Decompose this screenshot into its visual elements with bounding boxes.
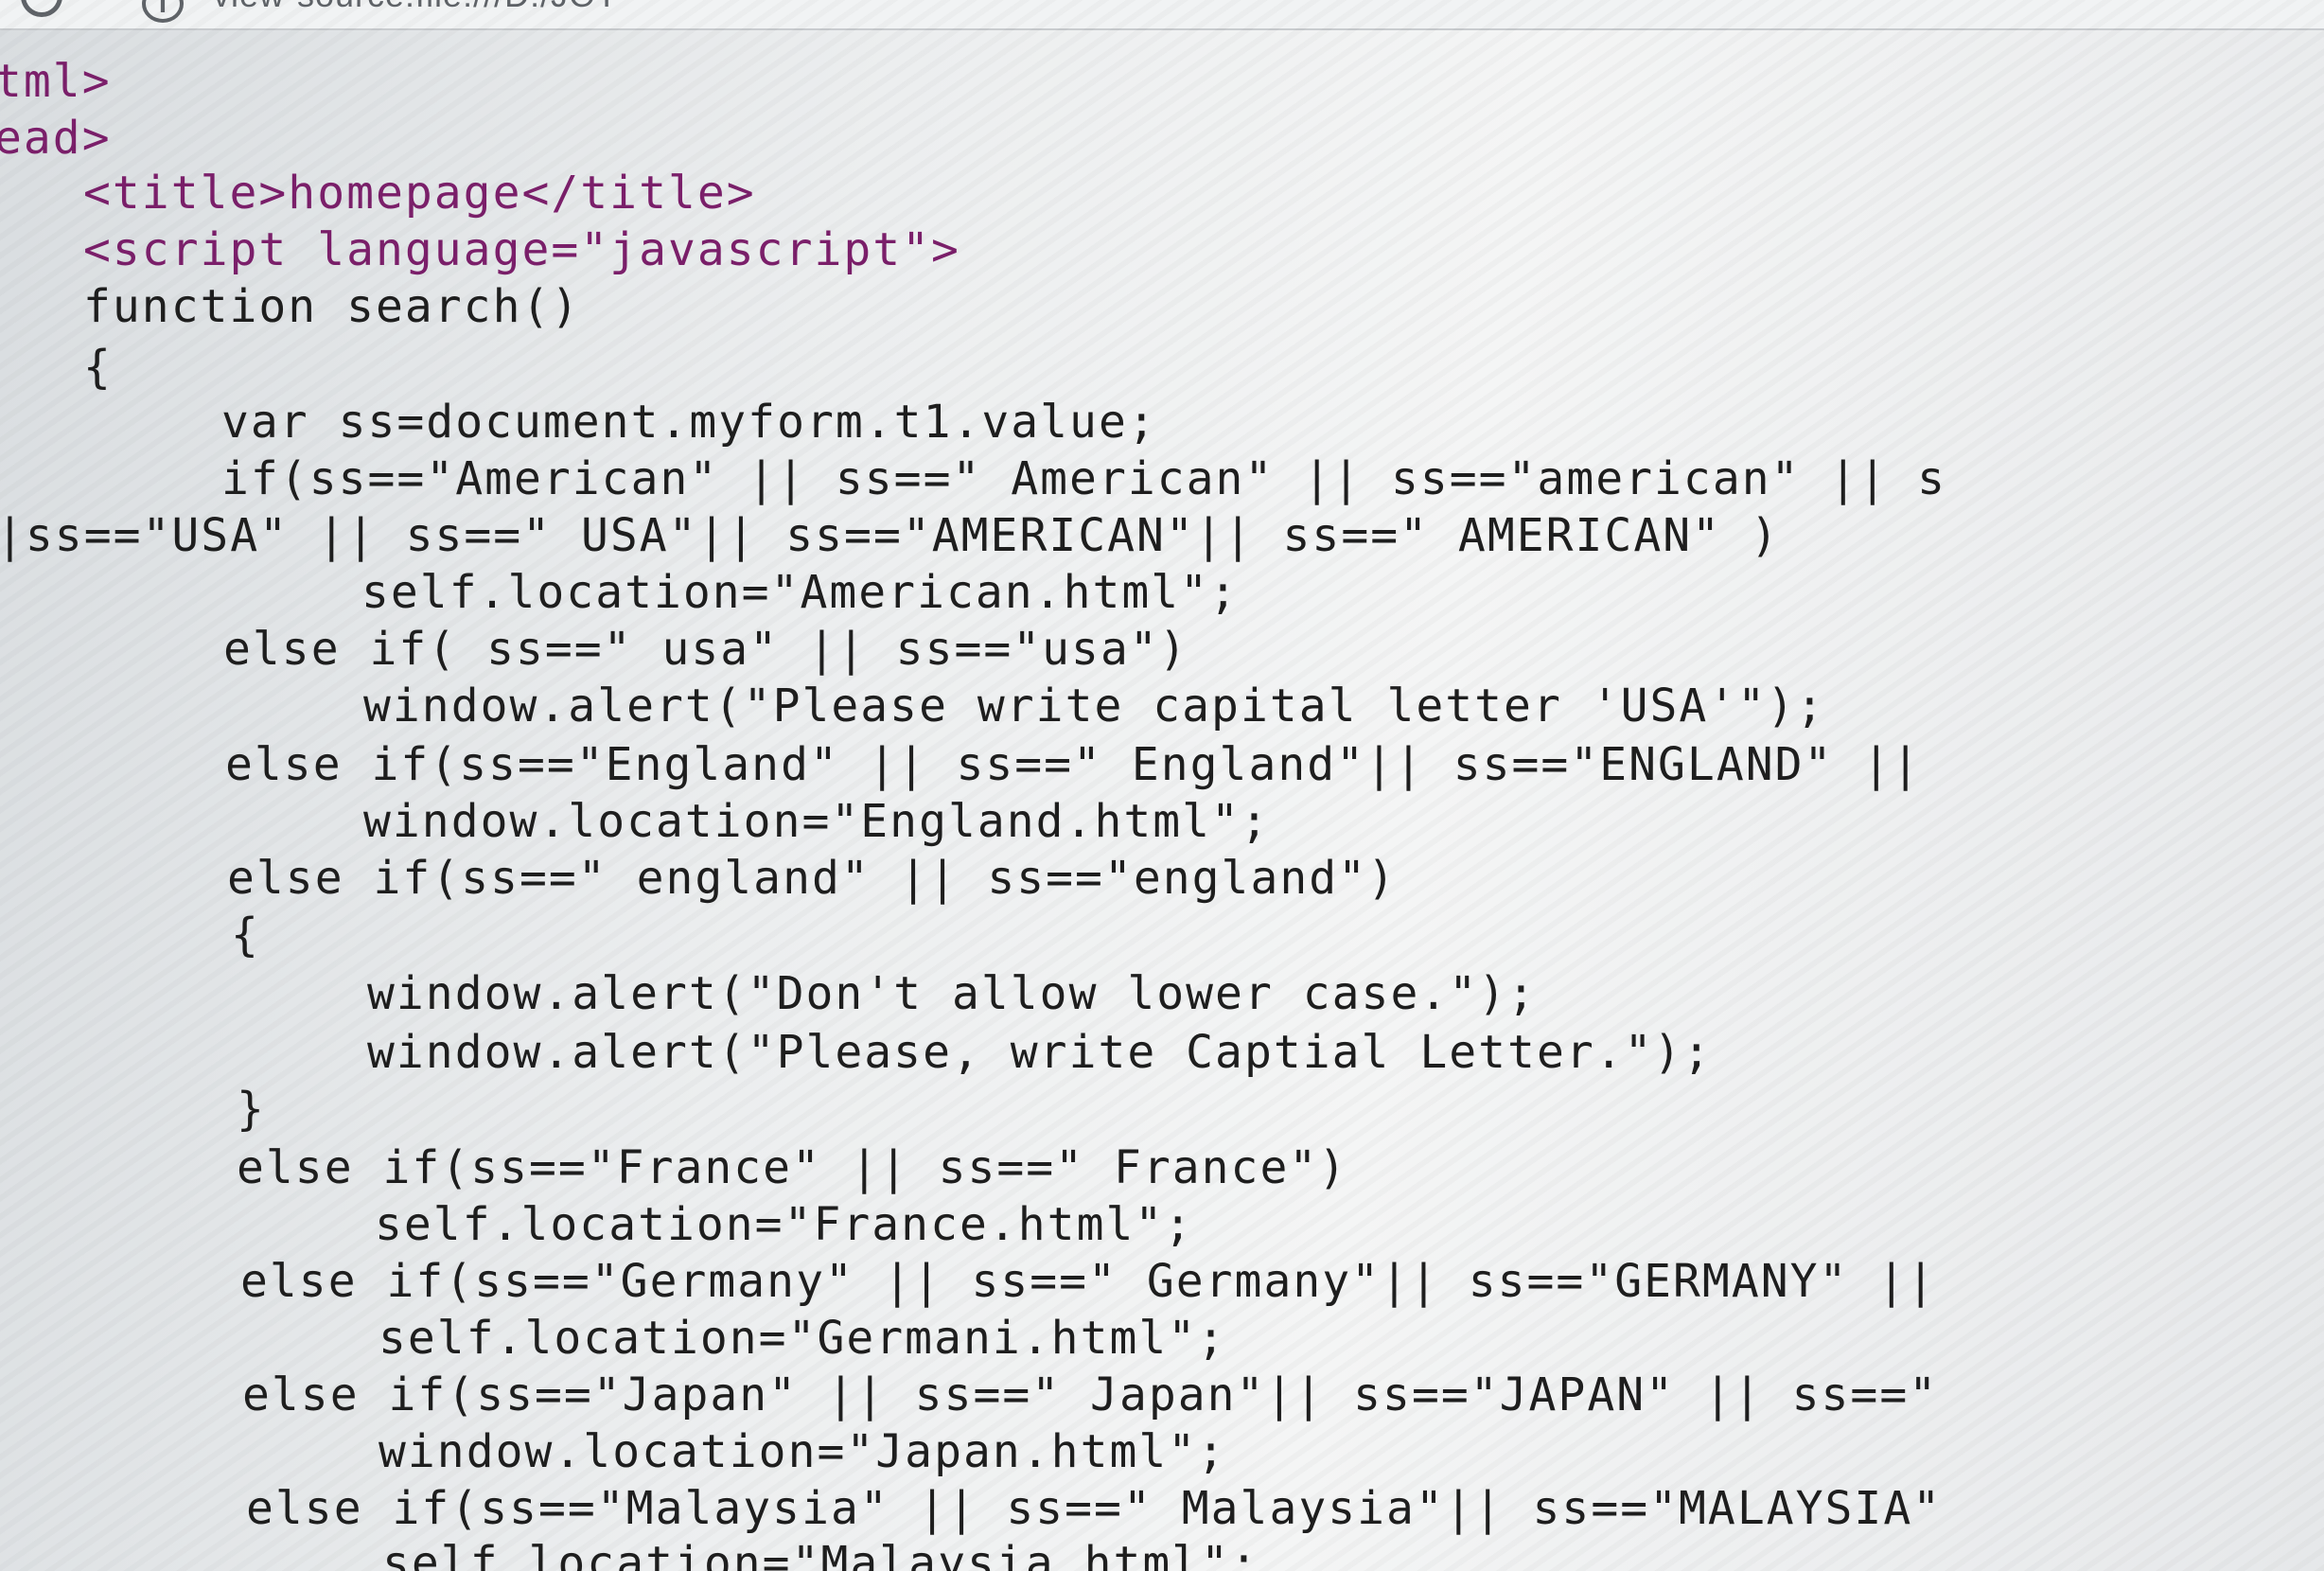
source-line: {: [83, 341, 113, 394]
source-line: else if(ss=="Malaysia" || ss==" Malaysia…: [246, 1482, 1943, 1535]
source-line: window.alert("Don't allow lower case.");: [367, 967, 1537, 1020]
source-line: function search(): [83, 280, 581, 333]
source-line: else if(ss=="Japan" || ss==" Japan"|| ss…: [242, 1368, 1939, 1421]
source-line: self.location="American.html";: [361, 566, 1239, 619]
source-line: <script language="javascript">: [83, 223, 960, 276]
source-line: tml>: [0, 55, 112, 108]
source-line: else if(ss=="France" || ss==" France"): [237, 1141, 1348, 1194]
source-line: self.location="Germani.html";: [379, 1312, 1227, 1365]
source-line: <title>homepage</title>: [83, 167, 756, 220]
source-line: ead>: [0, 112, 112, 165]
source-line: self.location="Malaysia.html";: [382, 1537, 1259, 1571]
source-line: }: [237, 1083, 266, 1136]
source-line: window.alert("Please, write Captial Lett…: [367, 1026, 1713, 1079]
source-line: if(ss=="American" || ss==" American" || …: [221, 452, 1947, 505]
source-line: window.alert("Please write capital lette…: [363, 680, 1825, 733]
source-line: var ss=document.myform.t1.value;: [221, 396, 1157, 449]
source-line: self.location="France.html";: [375, 1198, 1194, 1251]
source-line: else if(ss=="England" || ss==" England"|…: [225, 738, 1922, 791]
source-line: window.location="Japan.html";: [379, 1425, 1227, 1478]
source-view: tml> ead> <title>homepage</title> <scrip…: [0, 0, 2324, 1571]
source-line: {: [231, 909, 260, 962]
source-line: else if(ss==" england" || ss=="england"): [227, 852, 1397, 905]
source-line: window.location="England.html";: [363, 795, 1270, 848]
source-line: else if( ss==" usa" || ss=="usa"): [223, 623, 1188, 676]
source-line: |ss=="USA" || ss==" USA"|| ss=="AMERICAN…: [0, 509, 1780, 562]
source-line: else if(ss=="Germany" || ss==" Germany"|…: [240, 1255, 1937, 1308]
